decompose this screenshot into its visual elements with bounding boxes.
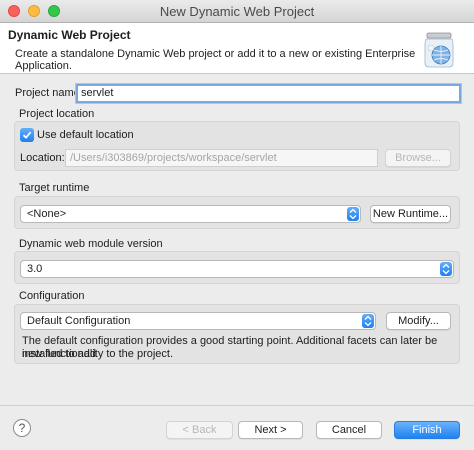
location-input[interactable]: /Users/i303869/projects/workspace/servle… — [65, 149, 378, 167]
use-default-location-label: Use default location — [37, 129, 134, 141]
updown-arrows-icon — [347, 207, 359, 221]
back-button[interactable]: < Back — [166, 421, 233, 439]
configuration-select[interactable]: Default Configuration — [20, 312, 376, 330]
wizard-title: Dynamic Web Project — [8, 28, 131, 42]
updown-arrows-icon — [362, 314, 374, 328]
project-name-input[interactable]: servlet — [76, 84, 461, 103]
target-runtime-select[interactable]: <None> — [20, 205, 361, 223]
updown-arrows-icon — [440, 262, 452, 276]
finish-button[interactable]: Finish — [394, 421, 460, 439]
wizard-description: Create a standalone Dynamic Web project … — [15, 48, 416, 72]
configuration-value: Default Configuration — [27, 315, 131, 327]
cancel-button[interactable]: Cancel — [316, 421, 382, 439]
web-project-jar-icon — [424, 32, 454, 68]
checkmark-icon — [22, 131, 32, 139]
help-button[interactable]: ? — [13, 419, 31, 437]
title-bar[interactable]: New Dynamic Web Project — [0, 0, 474, 23]
target-runtime-group-title: Target runtime — [19, 182, 90, 194]
wizard-header: Dynamic Web Project Create a standalone … — [0, 23, 474, 74]
project-name-label: Project name: — [15, 87, 83, 99]
project-location-group: Use default location Location: /Users/i3… — [14, 121, 460, 171]
target-runtime-group: <None> New Runtime... — [14, 196, 460, 229]
location-label: Location: — [20, 152, 65, 164]
browse-button[interactable]: Browse... — [385, 149, 451, 167]
configuration-group: Default Configuration Modify... The defa… — [14, 304, 460, 364]
footer-divider — [0, 405, 474, 406]
module-version-value: 3.0 — [27, 263, 43, 275]
module-version-group-title: Dynamic web module version — [19, 238, 163, 250]
module-version-select[interactable]: 3.0 — [20, 260, 454, 278]
dialog-window: New Dynamic Web Project Dynamic Web Proj… — [0, 0, 474, 450]
target-runtime-value: <None> — [27, 208, 67, 220]
module-version-group: 3.0 — [14, 251, 460, 284]
window-title: New Dynamic Web Project — [159, 4, 315, 19]
modify-button[interactable]: Modify... — [386, 312, 451, 330]
configuration-description-line2: new functionality to the project. — [22, 348, 174, 360]
next-button[interactable]: Next > — [238, 421, 303, 439]
use-default-location-checkbox[interactable] — [20, 128, 34, 142]
project-location-group-title: Project location — [19, 108, 95, 120]
new-runtime-button[interactable]: New Runtime... — [370, 205, 451, 223]
configuration-group-title: Configuration — [19, 290, 85, 302]
